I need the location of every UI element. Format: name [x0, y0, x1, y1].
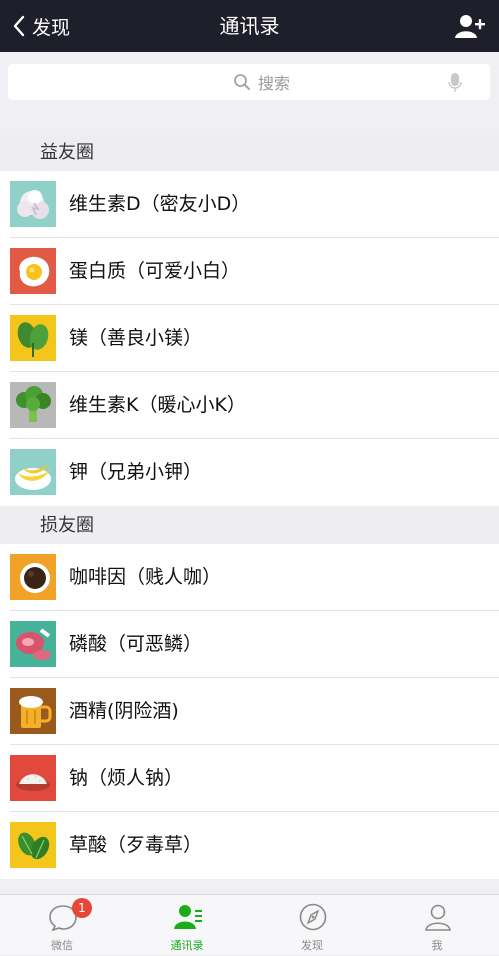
broccoli-icon — [10, 382, 56, 428]
avatar — [10, 755, 56, 801]
contact-list: 咖啡因（贱人咖） 磷酸（可恶鳞） 酒精(阴险酒) 钠（烦人钠） 草酸（歹毒草） — [0, 544, 499, 879]
tab-bar: 1 微信 通讯录 发现 我 — [0, 894, 499, 955]
contact-name: 草酸（歹毒草） — [69, 834, 203, 856]
avatar — [10, 449, 56, 495]
page-title: 通讯录 — [219, 14, 280, 38]
tab-label: 我 — [431, 939, 443, 952]
tab-label: 通讯录 — [170, 939, 204, 952]
beer-mug-icon — [10, 688, 56, 734]
salt-icon — [10, 755, 56, 801]
back-button[interactable]: 发现 — [12, 0, 70, 52]
tab-me[interactable]: 我 — [375, 895, 499, 956]
contact-row[interactable]: 咖啡因（贱人咖） — [0, 544, 499, 611]
avatar — [10, 181, 56, 227]
contact-name: 咖啡因（贱人咖） — [69, 566, 222, 588]
contact-name: 磷酸（可恶鳞） — [69, 633, 203, 655]
contact-row[interactable]: 酒精(阴险酒) — [0, 678, 499, 745]
search-area — [0, 52, 499, 112]
contact-name: 维生素D（密友小D） — [69, 193, 251, 215]
back-label: 发现 — [32, 16, 71, 39]
avatar — [10, 822, 56, 868]
section-header: 益友圈 — [0, 135, 499, 171]
contact-name: 酒精(阴险酒) — [69, 700, 179, 722]
avatar — [10, 315, 56, 361]
contact-row[interactable]: 钾（兄弟小钾） — [0, 439, 499, 506]
tab-label: 微信 — [51, 939, 73, 952]
contact-list: 维生素D（密友小D） 蛋白质（可爱小白） 镁（善良小镁） 维生素K（暖心小K） … — [0, 171, 499, 506]
search-input[interactable] — [256, 68, 410, 98]
contact-row[interactable]: 钠（烦人钠） — [0, 745, 499, 812]
tab-contacts[interactable]: 通讯录 — [125, 895, 249, 956]
avatar — [10, 621, 56, 667]
ham-icon — [10, 621, 56, 667]
leaf-greens-icon — [10, 822, 56, 868]
spinach-icon — [10, 315, 56, 361]
coffee-cup-icon — [10, 554, 56, 600]
contact-row[interactable]: 磷酸（可恶鳞） — [0, 611, 499, 678]
contact-row[interactable]: 维生素K（暖心小K） — [0, 372, 499, 439]
tab-label: 发现 — [301, 939, 323, 952]
contact-row[interactable]: 草酸（歹毒草） — [0, 812, 499, 879]
navigation-bar: 发现 通讯录 — [0, 0, 499, 52]
avatar — [10, 688, 56, 734]
banana-icon — [10, 449, 56, 495]
microphone-icon[interactable] — [448, 72, 462, 94]
search-box[interactable] — [8, 64, 490, 100]
avatar — [10, 248, 56, 294]
section-header: 损友圈 — [0, 508, 499, 544]
avatar — [10, 554, 56, 600]
add-contact-icon[interactable] — [455, 13, 485, 39]
search-icon — [234, 74, 250, 90]
tab-chats[interactable]: 1 微信 — [0, 895, 124, 956]
contact-name: 维生素K（暖心小K） — [69, 394, 246, 416]
tab-discover[interactable]: 发现 — [250, 895, 374, 956]
avatar — [10, 382, 56, 428]
contacts-icon — [174, 905, 202, 929]
contact-name: 钾（兄弟小钾） — [69, 461, 203, 483]
cloud-avatar-icon — [10, 181, 56, 227]
compass-icon — [299, 903, 327, 931]
person-icon — [425, 904, 451, 931]
fried-egg-icon — [10, 248, 56, 294]
contact-name: 钠（烦人钠） — [69, 767, 184, 789]
contact-name: 镁（善良小镁） — [69, 327, 203, 349]
contact-name: 蛋白质（可爱小白） — [69, 260, 241, 282]
unread-badge: 1 — [72, 898, 92, 918]
contact-row[interactable]: 维生素D（密友小D） — [0, 171, 499, 238]
chevron-left-icon — [13, 15, 25, 37]
contact-row[interactable]: 蛋白质（可爱小白） — [0, 238, 499, 305]
contact-row[interactable]: 镁（善良小镁） — [0, 305, 499, 372]
